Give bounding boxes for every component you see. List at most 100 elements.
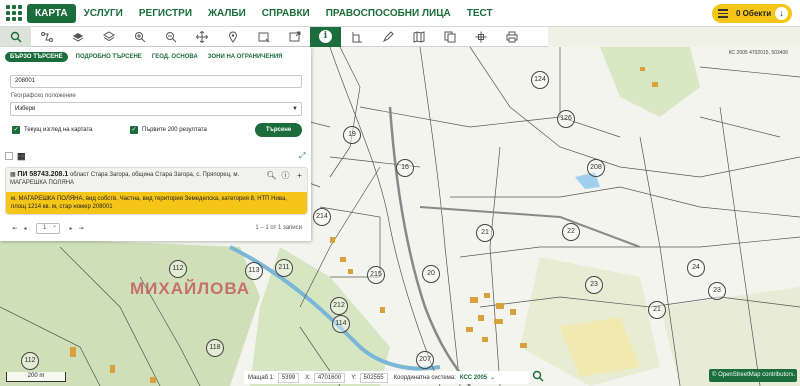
- apps-grid-icon[interactable]: [5, 4, 23, 22]
- measure-icon[interactable]: [341, 27, 372, 47]
- checkbox-checked-icon: ✓: [130, 126, 138, 134]
- tab-geodetic-base[interactable]: ГЕОД. ОСНОВА: [152, 54, 198, 60]
- result-item[interactable]: ▦ ПИ 58743.208.1 област Стара Загора, об…: [5, 167, 308, 215]
- crs-label: Координатна система:: [393, 374, 456, 381]
- parcel-number: 23: [585, 276, 603, 294]
- first-200-label: Първите 200 резултата: [142, 127, 207, 133]
- info-tool-button[interactable]: i: [310, 26, 341, 47]
- share-icon[interactable]: [279, 27, 310, 47]
- search-panel: БЪРЗО ТЪРСЕНЕ ПОДРОБНО ТЪРСЕНЕ ГЕОД. ОСН…: [0, 47, 311, 241]
- pan-icon[interactable]: [186, 27, 217, 47]
- nav-item-services[interactable]: УСЛУГИ: [76, 4, 131, 23]
- result-id: ПИ 58743.208.1: [17, 171, 69, 178]
- parcel-number: 19: [343, 126, 361, 144]
- crosshair-icon[interactable]: [465, 27, 496, 47]
- last-page-icon[interactable]: ⇥: [76, 225, 86, 232]
- zoom-search-icon[interactable]: [532, 370, 546, 384]
- place-name-label: МИХАЙЛОВА: [130, 279, 251, 298]
- nav-item-registers[interactable]: РЕГИСТРИ: [131, 4, 200, 23]
- parcel-number: 126: [557, 110, 575, 128]
- zoom-in-icon[interactable]: [124, 27, 155, 47]
- x-value: 4701600: [313, 372, 346, 383]
- tab-restriction-zones[interactable]: ЗОНИ НА ОГРАНИЧЕНИЯ: [208, 54, 283, 60]
- nav-item-map[interactable]: КАРТА: [27, 3, 76, 23]
- add-icon[interactable]: +: [294, 170, 305, 181]
- draw-icon[interactable]: [372, 27, 403, 47]
- scale-bar: 200 m: [6, 372, 66, 382]
- nav-item-legal-entities[interactable]: ПРАВОСПОСОБНИ ЛИЦА: [318, 4, 459, 23]
- parcel-number: 207: [416, 351, 434, 369]
- prev-page-icon[interactable]: ◂: [20, 225, 30, 232]
- route-icon[interactable]: [31, 27, 62, 47]
- parcel-number: 23: [708, 282, 726, 300]
- results-header: ▦ ⤢: [5, 151, 307, 161]
- geo-position-select[interactable]: Избери ▼: [10, 102, 302, 116]
- parcel-number: 112: [169, 260, 187, 278]
- info-icon: i: [319, 30, 332, 43]
- result-actions: 🔍︎ ⓘ +: [266, 170, 305, 181]
- parcel-number: 114: [332, 315, 350, 333]
- map-icon[interactable]: [403, 27, 434, 47]
- search-button[interactable]: Търсене: [255, 123, 302, 137]
- parcel-number: 214: [313, 208, 331, 226]
- parcel-number: 21: [648, 301, 666, 319]
- objects-button[interactable]: 0 Обекти ↓: [712, 4, 792, 23]
- first-200-checkbox[interactable]: ✓ Първите 200 резултата: [130, 126, 207, 134]
- objects-count: 0 Обекти: [736, 9, 772, 18]
- info-icon[interactable]: ⓘ: [280, 170, 291, 181]
- parcel-number: 118: [206, 339, 224, 357]
- zoom-to-search-icon[interactable]: 🔍︎: [266, 170, 277, 181]
- geo-position-value: Избери: [15, 106, 36, 112]
- grid-icon: ▦: [17, 150, 26, 161]
- expand-icon[interactable]: ⤢: [299, 152, 307, 160]
- map-crs-corner-label: КС 2005 4702015, 503406: [728, 50, 788, 56]
- location-pin-icon[interactable]: [217, 27, 248, 47]
- caret-down-icon: ▼: [292, 106, 298, 112]
- nav-item-complaints[interactable]: ЖАЛБИ: [200, 4, 254, 23]
- parcel-number: 211: [275, 259, 293, 277]
- scale-label: Мащаб 1:: [248, 374, 275, 381]
- search-input[interactable]: 208001: [10, 75, 302, 88]
- pagination: ⇤ ◂ 1 ▸ ⇥ 1 – 1 от 1 записи: [10, 222, 302, 234]
- top-navigation: КАРТА УСЛУГИ РЕГИСТРИ ЖАЛБИ СПРАВКИ ПРАВ…: [0, 0, 800, 27]
- parcel-number: 124: [531, 71, 549, 89]
- parcel-number: 208: [587, 159, 605, 177]
- nav-item-test[interactable]: ТЕСТ: [459, 4, 501, 23]
- stack-icon[interactable]: [93, 27, 124, 47]
- parcel-number: 112: [21, 352, 39, 370]
- checkbox-checked-icon: ✓: [12, 126, 20, 134]
- current-view-checkbox[interactable]: ✓ Текущ изглед на картата: [12, 126, 93, 134]
- crs-select[interactable]: КСС 2005: [460, 375, 487, 381]
- parcel-number: 24: [687, 259, 705, 277]
- y-value: 502555: [359, 372, 388, 383]
- select-rectangle-icon[interactable]: [248, 27, 279, 47]
- zoom-out-icon[interactable]: [155, 27, 186, 47]
- layers-icon[interactable]: [62, 27, 93, 47]
- parcel-number: 20: [422, 265, 440, 283]
- parcel-number: 16: [396, 159, 414, 177]
- result-title: ▦ ПИ 58743.208.1 област Стара Загора, об…: [6, 168, 261, 187]
- nav-item-reports[interactable]: СПРАВКИ: [254, 4, 318, 23]
- current-view-label: Текущ изглед на картата: [24, 127, 93, 133]
- search-tabs: БЪРЗО ТЪРСЕНЕ ПОДРОБНО ТЪРСЕНЕ ГЕОД. ОСН…: [0, 47, 311, 63]
- tab-detailed-search[interactable]: ПОДРОБНО ТЪРСЕНЕ: [76, 54, 142, 60]
- chevron-down-icon[interactable]: ⌄: [490, 374, 495, 381]
- parcel-number: 212: [330, 297, 348, 315]
- map-toolbar: i: [0, 26, 548, 47]
- print-icon[interactable]: [496, 27, 527, 47]
- arrow-down-icon: ↓: [775, 7, 788, 20]
- page-select[interactable]: 1: [36, 222, 60, 234]
- tab-quick-search[interactable]: БЪРЗО ТЪРСЕНЕ: [5, 52, 68, 62]
- first-page-icon[interactable]: ⇤: [10, 225, 20, 232]
- pages-icon[interactable]: [434, 27, 465, 47]
- select-all-checkbox[interactable]: [5, 152, 13, 160]
- pagination-info: 1 – 1 от 1 записи: [255, 225, 302, 231]
- osm-attribution[interactable]: © OpenStreetMap contributors.: [709, 369, 797, 382]
- scale-value[interactable]: 5399: [277, 372, 300, 383]
- next-page-icon[interactable]: ▸: [66, 225, 76, 232]
- parcel-number: 21: [476, 224, 494, 242]
- search-icon[interactable]: [0, 26, 31, 47]
- parcel-number: 215: [367, 266, 385, 284]
- result-description: м. МАГАРЕШКА ПОЛЯНА, вид собств. Частна,…: [6, 192, 307, 214]
- geo-position-label: Географско положение: [11, 93, 76, 99]
